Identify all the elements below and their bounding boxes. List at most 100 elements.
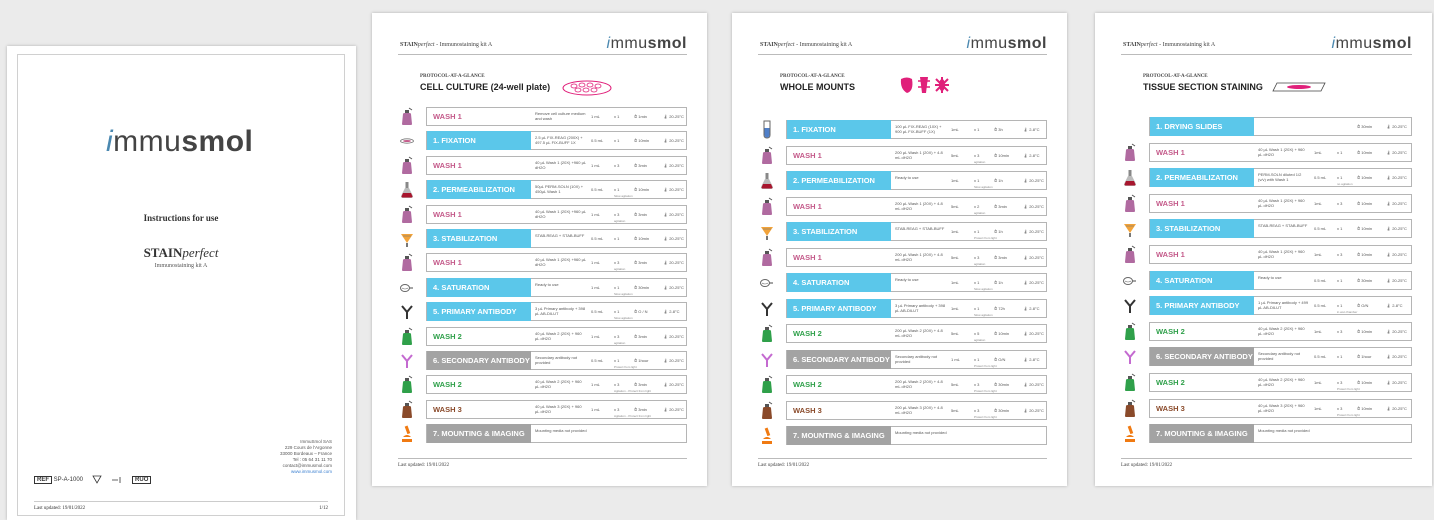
step-label: WASH 1 — [793, 150, 822, 160]
repeat-text: x 3 — [1337, 328, 1343, 334]
temperature-text: 🌡 20-25°C — [1023, 203, 1044, 209]
reagent-text: Ready to use — [895, 277, 919, 282]
time-text: ⏱ 1hour — [1357, 354, 1372, 360]
volume-text: 5mL — [951, 407, 959, 413]
reagent-text: Remove cell culture medium and wash — [535, 111, 586, 121]
cover-footer: Last updated: 19/01/2022 1/12 — [34, 501, 328, 511]
repeat-text: x 3 — [1337, 380, 1343, 385]
step-box: 1. DRYING SLIDES ⏱ 30min 🌡 20-25°C — [1149, 117, 1412, 136]
step-label: WASH 1 — [433, 258, 462, 268]
slide-icon — [1272, 82, 1326, 92]
temperature-text: 🌡 2-8°C — [1023, 127, 1040, 132]
step-label: WASH 2 — [793, 380, 822, 389]
repeat-text: x 1 — [974, 356, 980, 362]
protocol-page-tissue-section[interactable]: STAINperfect - Immunostaining kit A immu… — [1095, 13, 1432, 486]
temperature-text: 🌡 20-25°C — [1023, 280, 1044, 285]
protocol-row: 1. DRYING SLIDES ⏱ 30min 🌡 20-25°C — [1119, 116, 1412, 137]
repeat-text: x 1 — [974, 305, 980, 311]
temperature-text: 🌡 20-25°C — [663, 284, 684, 290]
step-box: 4. SATURATION Ready to use 1 mL x 1 ⏱ 30min 🌡… — [426, 277, 687, 297]
pipette-icon — [760, 273, 774, 292]
repeat-text: x 3 — [974, 254, 980, 260]
step-label: 5. PRIMARY ANTIBODY — [1150, 296, 1254, 316]
step-label: WASH 3 — [433, 404, 462, 414]
reagent-text: 40 µL Wash 2 (20X) + 960 µL dH2O — [535, 330, 582, 341]
wash-bottle-icon — [1123, 399, 1137, 418]
protocol-row: 5. PRIMARY ANTIBODY 1 µL Primary antibody… — [1119, 295, 1412, 316]
step-box: 4. SATURATION Ready to use 1mL x 1 ⏱ 1h 🌡 20-… — [786, 273, 1047, 292]
protocol-page-whole-mounts[interactable]: STAINperfect - Immunostaining kit A immu… — [732, 13, 1067, 486]
step-box: WASH 1 40 µL Wash 1 (20X) +960 µL dH2O 1 m… — [426, 204, 687, 224]
reagent-text: 40 µL Wash 1 (20X) +960 µL dH2O — [535, 159, 586, 170]
time-text: ⏱ 10min — [1357, 226, 1373, 232]
volume-text: 0.5 mL — [1314, 303, 1327, 309]
step-label: 2. PERMEABILIZATION — [1150, 168, 1254, 188]
cover-frame: immusmol Instructions for use STAINperfe… — [17, 54, 345, 516]
repeat-text: x 5 — [974, 331, 980, 336]
time-text: ⏱ 1h — [994, 280, 1003, 285]
step-label: 7. MOUNTING & IMAGING — [1150, 424, 1254, 444]
protocol-row: 2. PERMEABILIZATION Ready to use 1mL x 1 ⏱ 1… — [756, 170, 1047, 191]
reagent-text: STAB-REAG + STAB-BUFF — [895, 226, 945, 231]
immusmol-logo: immusmol — [606, 35, 687, 52]
temperature-text: 🌡 20-25°C — [1386, 252, 1407, 257]
time-text: ⏱ 1hour — [634, 358, 649, 363]
reagent-text: 200 µL Wash 1 (20X) + 4.8 mL dH2O — [895, 200, 943, 211]
time-text: ⏱ 3min — [634, 333, 647, 339]
volume-text: 5mL — [951, 331, 959, 336]
step-box: 7. MOUNTING & IMAGING Mounting media not … — [786, 426, 1047, 445]
immusmol-logo: immusmol — [1331, 35, 1412, 52]
protocol-row: 3. STABILIZATION STAB-REAG + STAB-BUFF 1mL… — [756, 221, 1047, 242]
time-text: ⏱ 10min — [1357, 252, 1373, 257]
protocol-row: WASH 3 200 µL Wash 3 (20X) + 4.8 mL dH2O 5… — [756, 400, 1047, 421]
step-box: 6. SECONDARY ANTIBODY Secondary antibody … — [426, 351, 687, 370]
volume-text: 1mL — [951, 178, 959, 183]
step-label: WASH 3 — [1156, 403, 1185, 413]
temperature-text: 🌡 20-25°C — [1023, 254, 1044, 260]
ruo-symbol: RUO — [132, 476, 152, 484]
reagent-text: 2.5 µL FIX-REAG (200X) + 497.5 µL FIX-BU… — [535, 135, 583, 146]
step-note: Protect from light — [974, 414, 997, 419]
temperature-text: 🌡 20-25°C — [1023, 178, 1044, 183]
volume-text: 1mL — [1314, 149, 1322, 155]
wash-bottle-icon — [760, 401, 774, 420]
time-text: ⏱ 10min — [634, 187, 650, 193]
step-box: WASH 2 40 µL Wash 2 (20X) + 960 µL dH2O 1m… — [1149, 373, 1412, 392]
repeat-text: x 3 — [614, 162, 620, 168]
step-note: agitation — [614, 267, 626, 272]
step-label: WASH 1 — [1156, 250, 1185, 259]
protocol-page-cell-culture[interactable]: STAINperfect - Immunostaining kit A immu… — [372, 13, 707, 486]
repeat-text: x 3 — [614, 260, 620, 266]
time-text: ⏱ 30min — [1357, 277, 1373, 283]
reagent-text: Ready to use — [895, 175, 919, 180]
step-label: WASH 1 — [433, 112, 462, 121]
volume-text: 1mL — [1314, 200, 1322, 206]
antibody-icon — [760, 299, 774, 318]
step-label: 5. PRIMARY ANTIBODY — [787, 298, 891, 318]
website-link[interactable]: www.immusmol.com — [280, 469, 332, 475]
step-box: 5. PRIMARY ANTIBODY 3 µL Primary antibody… — [786, 298, 1047, 318]
repeat-text: x 2 — [974, 203, 980, 209]
page-footer: Last updated: 19/01/2022 — [1121, 458, 1412, 468]
protocol-row: 2. PERMEABILIZATION PERM-SOLN diluted 1/2… — [1119, 167, 1412, 188]
reagent-text: 200 µL Wash 1 (20X) + 4.8 mL dH2O — [895, 149, 943, 160]
volume-text: 1 mL — [591, 333, 600, 339]
header-divider — [758, 54, 1047, 55]
glance-label: PROTOCOL-AT-A-GLANCE — [1143, 74, 1208, 79]
temperature-text: 🌡 20-25°C — [1386, 405, 1407, 411]
cover-page[interactable]: immusmol Instructions for use STAINperfe… — [7, 46, 356, 520]
step-box: WASH 1 40 µL Wash 1 (20X) + 960 µL dH2O 1m… — [1149, 193, 1412, 213]
reagent-text: 40 µL Wash 1 (20X) + 960 µL dH2O — [1258, 249, 1305, 259]
reagent-text: Ready to use — [1258, 274, 1282, 280]
protocol-row: 5. PRIMARY ANTIBODY 3 µL Primary antibody… — [756, 298, 1047, 319]
temperature-text: 🌡 20-25°C — [663, 406, 684, 412]
microscope-icon — [1123, 424, 1137, 443]
temperature-text: 🌡 20-25°C — [1023, 382, 1044, 387]
time-text: ⏱ 3h — [994, 127, 1003, 132]
time-text: ⏱ 72h — [994, 305, 1005, 311]
step-note: Slow agitation — [974, 312, 993, 317]
temperature-text: 🌡 20-25°C — [1023, 229, 1044, 234]
protocol-row: 4. SATURATION Ready to use 0.5 mL x 1 ⏱ 30mi… — [1119, 270, 1412, 291]
page-title: CELL CULTURE (24-well plate) — [420, 82, 551, 92]
repeat-text: x 1 — [614, 284, 620, 290]
